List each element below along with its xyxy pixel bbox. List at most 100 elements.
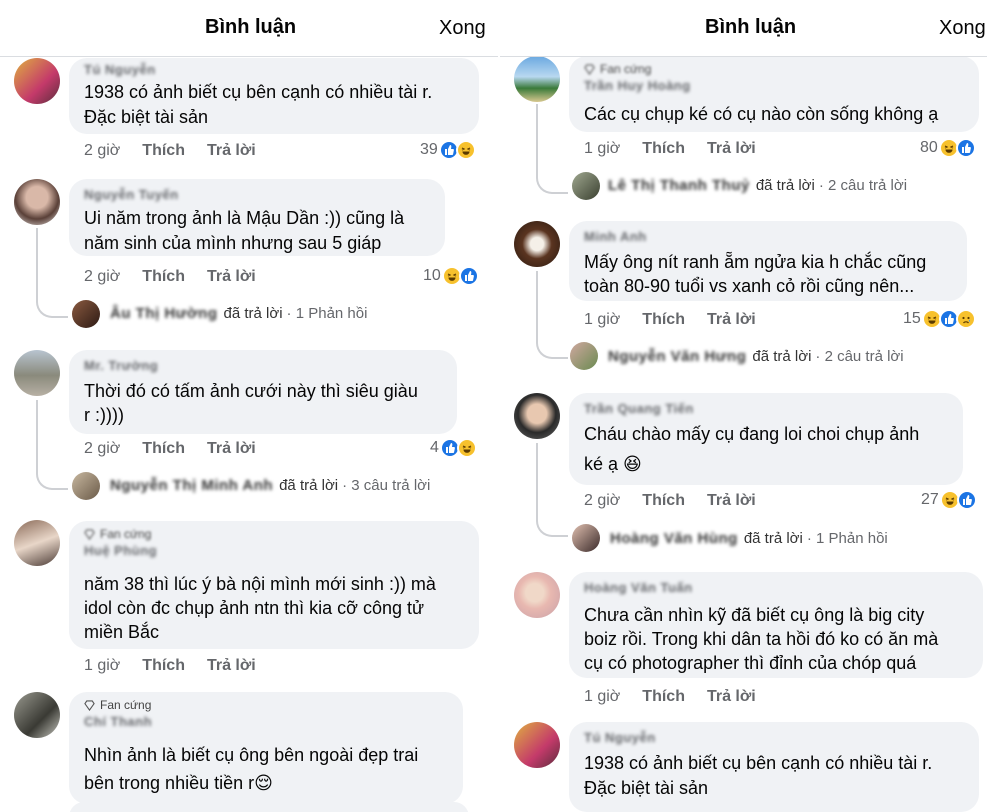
comment-text-line: toàn 80-90 tuổi vs xanh cỏ rồi cũng nên.… (584, 276, 915, 296)
reaction-summary[interactable]: 4 (430, 438, 477, 458)
avatar[interactable] (572, 524, 600, 552)
comment-time: 1 giờ (584, 688, 621, 705)
header-title: Bình luận (205, 16, 297, 38)
reply-thread-line (536, 104, 568, 194)
reply-author-name: Lê Thị Thanh Thuỷ (608, 177, 750, 194)
avatar[interactable] (14, 350, 60, 396)
like-reaction-icon (458, 266, 479, 286)
commenter-name[interactable]: Hoàng Văn Tuấn (584, 580, 693, 595)
like-reaction-icon (956, 490, 977, 510)
view-replies-link[interactable]: Âu Thị Hường đã trả lời · 1 Phản hồi (110, 305, 367, 322)
avatar[interactable] (14, 692, 60, 738)
fan-diamond-icon (584, 63, 595, 75)
view-replies-link[interactable]: Lê Thị Thanh Thuỷ đã trả lời · 2 câu trả… (608, 177, 907, 194)
avatar[interactable] (514, 221, 560, 267)
avatar[interactable] (514, 572, 560, 618)
commenter-name[interactable]: Huệ Phùng (84, 543, 157, 558)
reaction-summary[interactable]: 27 (921, 490, 977, 510)
avatar[interactable] (72, 472, 100, 500)
like-button[interactable]: Thích (642, 492, 685, 510)
like-button[interactable]: Thích (142, 268, 185, 286)
reply-count: · 2 câu trả lời (815, 348, 904, 365)
panel-divider (498, 0, 500, 812)
comment-time: 2 giờ (584, 492, 621, 509)
reaction-summary[interactable]: 39 (420, 140, 476, 160)
left-comments-panel: Bình luận Xong Tú Nguyễn 1938 có ảnh biế… (0, 0, 498, 812)
header-title: Bình luận (705, 16, 797, 38)
sad-reaction-icon (955, 309, 976, 329)
commenter-name[interactable]: Mr. Trường (84, 358, 158, 373)
fan-badge-label: Fan cứng (100, 698, 152, 712)
reply-button[interactable]: Trả lời (207, 142, 256, 160)
comment-bubble: Hoàng Văn Tuấn Chưa cần nhìn kỹ đã biết … (569, 572, 983, 678)
reply-button[interactable]: Trả lời (707, 492, 756, 510)
avatar[interactable] (14, 179, 60, 225)
comment-time: 1 giờ (584, 311, 621, 328)
comment-bubble (69, 802, 469, 812)
commenter-name[interactable]: Nguyễn Tuyến (84, 187, 179, 202)
avatar[interactable] (14, 520, 60, 566)
reply-count: · 2 câu trả lời (818, 177, 908, 194)
reaction-summary[interactable]: 15 (903, 309, 976, 329)
commenter-name[interactable]: Minh Anh (584, 229, 647, 244)
commenter-name[interactable]: Tú Nguyễn (84, 62, 156, 77)
reply-author-name: Nguyễn Văn Hưng (608, 348, 747, 365)
view-replies-link[interactable]: Nguyễn Văn Hưng đã trả lời · 2 câu trả l… (608, 348, 904, 365)
comment-bubble: Fan cứng Chí Thanh Nhìn ảnh là biết cụ ô… (69, 692, 463, 804)
reply-button[interactable]: Trả lời (207, 657, 256, 675)
reaction-summary[interactable]: 10 (423, 266, 479, 286)
avatar[interactable] (72, 300, 100, 328)
comment-text-line: Cháu chào mấy cụ đang loi choi chụp ảnh (584, 424, 920, 444)
comment-text-line: Ui năm trong ảnh là Mậu Dần :)) cũng là (84, 208, 405, 228)
comment-actions: 2 giờ Thích Trả lời (84, 268, 278, 286)
comment-text-line: cụ có photographer thì đỉnh của chóp quá (584, 653, 917, 673)
avatar[interactable] (572, 172, 600, 200)
reaction-count: 10 (423, 267, 441, 284)
comment-bubble: Tú Nguyễn 1938 có ảnh biết cụ bên cạnh c… (69, 58, 479, 134)
like-button[interactable]: Thích (642, 311, 685, 329)
reply-button[interactable]: Trả lời (707, 140, 756, 158)
reply-author-name: Hoàng Văn Hùng (610, 530, 738, 547)
comment-text-line: r :)))) (84, 405, 124, 425)
done-button[interactable]: Xong (439, 17, 486, 40)
comment-text-line: boiz rồi. Trong khi dân ta hồi đó ko có … (584, 629, 939, 649)
reply-button[interactable]: Trả lời (207, 268, 256, 286)
like-button[interactable]: Thích (142, 142, 185, 160)
like-reaction-icon (955, 138, 976, 158)
like-button[interactable]: Thích (642, 140, 685, 158)
avatar[interactable] (570, 342, 598, 370)
comment-text-line: Thời đó có tấm ảnh cưới này thì siêu già… (84, 381, 418, 401)
reaction-summary[interactable]: 80 (920, 138, 976, 158)
commenter-name[interactable]: Trần Quang Tiến (584, 401, 694, 416)
like-button[interactable]: Thích (142, 657, 185, 675)
fan-badge-label: Fan cứng (600, 62, 652, 76)
reply-thread-line (36, 400, 68, 490)
fan-badge: Fan cứng (84, 527, 151, 541)
reply-count: · 3 câu trả lời (342, 477, 431, 494)
reply-button[interactable]: Trả lời (207, 440, 256, 458)
avatar[interactable] (514, 393, 560, 439)
haha-reaction-icon (455, 140, 476, 160)
view-replies-link[interactable]: Hoàng Văn Hùng đã trả lời · 1 Phản hồi (610, 530, 888, 547)
commenter-name[interactable]: Chí Thanh (84, 714, 152, 729)
done-button[interactable]: Xong (939, 17, 986, 40)
reply-button[interactable]: Trả lời (707, 688, 756, 706)
replied-label: đã trả lời (223, 305, 283, 322)
haha-reaction-icon (456, 438, 477, 458)
comment-text-line: Đặc biệt tài sản (84, 107, 209, 127)
view-replies-link[interactable]: Nguyễn Thị Minh Anh đã trả lời · 3 câu t… (110, 477, 430, 494)
avatar[interactable] (14, 58, 60, 104)
commenter-name[interactable]: Tú Nguyễn (584, 730, 656, 745)
reply-thread-line (536, 443, 568, 537)
replied-label: đã trả lời (279, 477, 339, 494)
avatar[interactable] (514, 56, 560, 102)
reply-button[interactable]: Trả lời (707, 311, 756, 329)
reply-author-name: Âu Thị Hường (110, 305, 218, 322)
replied-label: đã trả lời (743, 530, 803, 547)
like-button[interactable]: Thích (142, 440, 185, 458)
avatar[interactable] (514, 722, 560, 768)
replied-label: đã trả lời (755, 177, 815, 194)
commenter-name[interactable]: Trần Huy Hoàng (584, 78, 691, 93)
reaction-count: 39 (420, 141, 438, 158)
like-button[interactable]: Thích (642, 688, 685, 706)
